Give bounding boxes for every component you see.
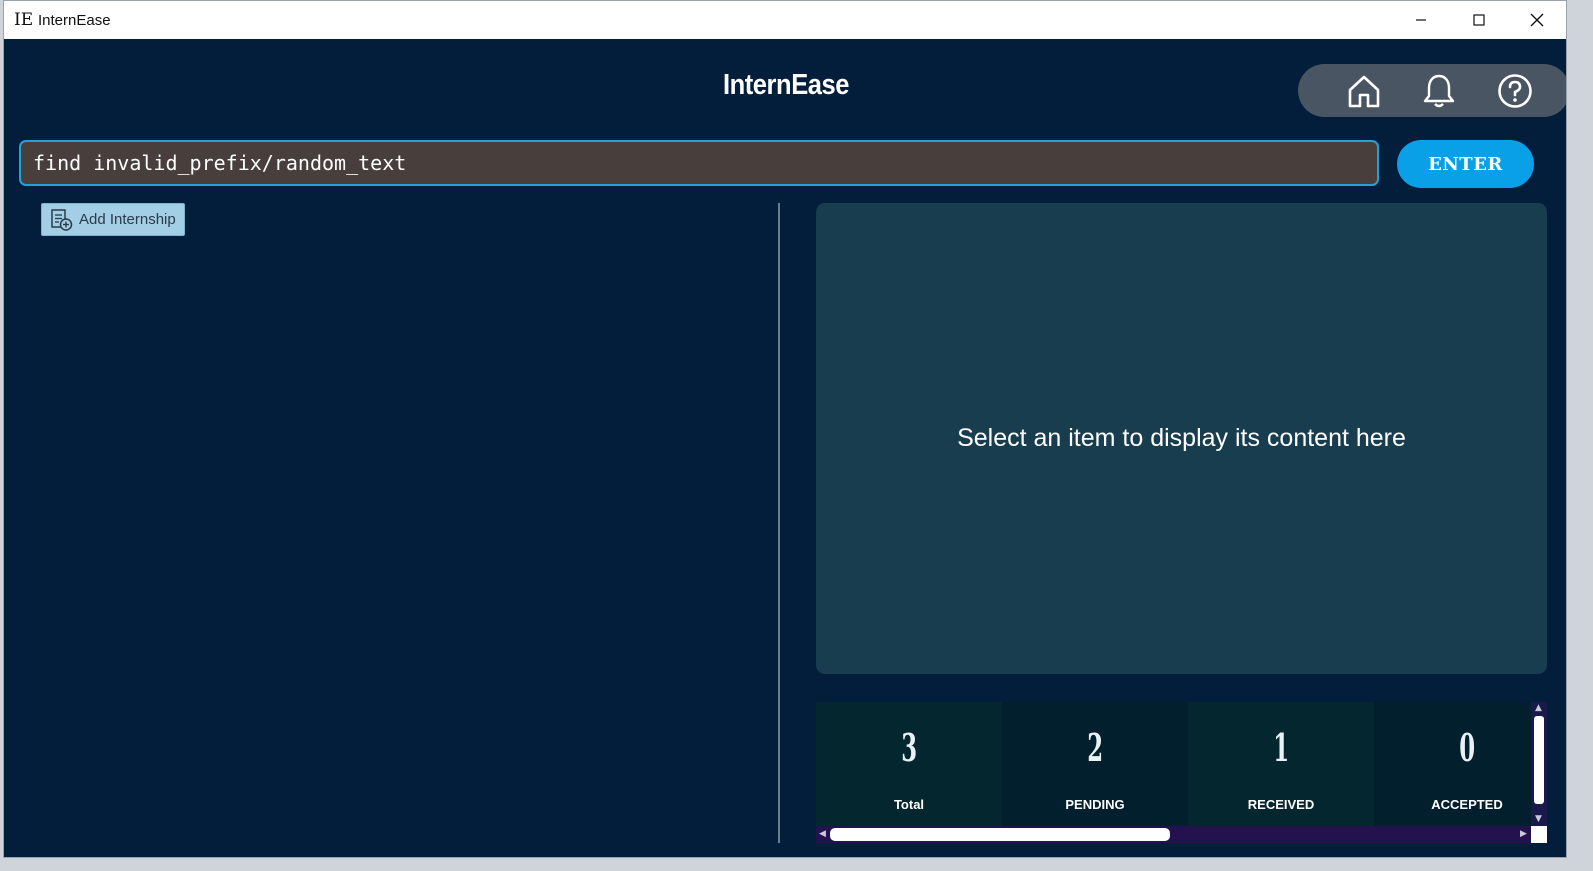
add-internship-label: Add Internship [79,211,176,228]
stat-accepted: 0 ACCEPTED [1374,702,1531,826]
app-window: IE InternEase InternEase find invalid_pr… [3,0,1567,858]
stat-label: PENDING [1065,797,1125,812]
enter-button[interactable]: ENTER [1397,140,1534,188]
stat-total: 3 Total [816,702,1002,826]
bell-icon [1423,74,1455,108]
home-icon [1348,75,1380,108]
stats-horizontal-scrollbar[interactable]: ◀ ▶ [816,826,1531,843]
stat-value: 3 [901,725,917,770]
notifications-button[interactable] [1420,72,1458,110]
vertical-scroll-thumb[interactable] [1534,716,1544,804]
stats-bar: 3 Total 2 PENDING 1 RECEIVED 0 ACCEPTED [816,702,1531,826]
scroll-right-icon[interactable]: ▶ [1520,830,1527,839]
scroll-left-icon[interactable]: ◀ [819,830,826,839]
maximize-button[interactable] [1450,1,1508,39]
minimize-button[interactable] [1392,1,1450,39]
nav-bar [1298,64,1566,117]
stat-pending: 2 PENDING [1002,702,1188,826]
title-bar[interactable]: IE InternEase [4,1,1566,39]
scroll-up-icon[interactable]: ▲ [1535,704,1542,713]
command-input[interactable] [19,140,1379,186]
window-title: InternEase [38,11,111,29]
stat-received: 1 RECEIVED [1188,702,1374,826]
add-document-icon [50,208,74,232]
stat-label: Total [893,797,925,812]
help-button[interactable] [1496,72,1534,110]
horizontal-scroll-thumb[interactable] [830,828,1170,841]
close-button[interactable] [1508,1,1566,39]
maximize-icon [1473,14,1485,26]
home-button[interactable] [1345,72,1383,110]
add-internship-button[interactable]: Add Internship [41,203,185,236]
stats-vertical-scrollbar[interactable]: ▲ ▼ [1531,702,1547,826]
help-icon [1498,74,1532,108]
stat-label: RECEIVED [1247,797,1315,812]
page-title: InternEase [722,69,850,101]
stat-value: 1 [1273,725,1289,770]
minimize-icon [1416,19,1426,21]
close-icon [1530,13,1544,27]
stat-label: ACCEPTED [1431,797,1503,812]
stat-value: 2 [1087,725,1103,770]
app-logo-icon: IE [14,10,34,30]
split-divider[interactable] [778,203,780,843]
detail-panel: Select an item to display its content he… [816,203,1547,674]
detail-placeholder: Select an item to display its content he… [957,424,1406,452]
window-controls [1392,1,1566,39]
scrollbar-corner [1531,826,1547,843]
scroll-down-icon[interactable]: ▼ [1535,815,1542,824]
stat-value: 0 [1459,725,1475,770]
